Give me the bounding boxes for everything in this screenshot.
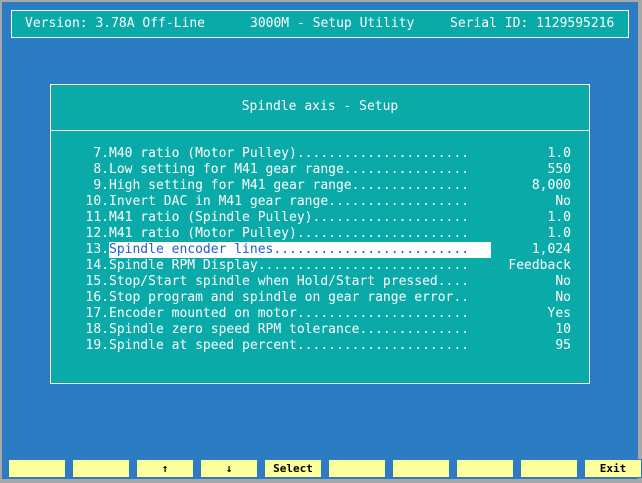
setting-label[interactable]: Encoder mounted on motor................…: [109, 306, 491, 322]
setting-number: 11.: [85, 210, 109, 225]
header-bar: Version: 3.78A Off-Line 3000M - Setup Ut…: [11, 10, 629, 38]
setting-label[interactable]: M40 ratio (Motor Pulley)................…: [109, 146, 491, 162]
setting-label[interactable]: M41 ratio (Spindle Pulley)..............…: [109, 210, 491, 226]
setting-number: 8.: [93, 162, 109, 177]
setting-row[interactable]: 7. M40 ratio (Motor Pulley)..............…: [51, 146, 589, 162]
setting-row[interactable]: 12. M41 ratio (Motor Pulley).............…: [51, 226, 589, 242]
spindle-setup-dialog: Spindle axis - Setup 7. M40 ratio (Motor …: [50, 84, 590, 384]
up-arrow-key[interactable]: ↑: [136, 459, 194, 478]
setting-number: 15.: [85, 274, 109, 289]
function-key-bar: ↑ ↓ Select Exit: [8, 459, 642, 479]
f9-key[interactable]: [520, 459, 578, 478]
setting-label[interactable]: Spindle at speed percent................…: [109, 338, 491, 354]
f7-key[interactable]: [392, 459, 450, 478]
setting-value: No: [555, 274, 571, 289]
f2-key[interactable]: [72, 459, 130, 478]
setting-label[interactable]: High setting for M41 gear range.........…: [109, 178, 491, 194]
setting-row[interactable]: 18. Spindle zero speed RPM tolerance.....…: [51, 322, 589, 338]
setting-value: Feedback: [508, 258, 571, 273]
setting-number: 13.: [85, 242, 109, 257]
select-key[interactable]: Select: [264, 459, 322, 478]
setting-number: 19.: [85, 338, 109, 353]
setting-number: 18.: [85, 322, 109, 337]
setting-label[interactable]: Spindle RPM Display.....................…: [109, 258, 491, 274]
app-title: 3000M - Setup Utility: [250, 16, 415, 31]
setting-number: 12.: [85, 226, 109, 241]
f1-key[interactable]: [8, 459, 66, 478]
setting-value: 1.0: [547, 210, 571, 225]
setting-row[interactable]: 8. Low setting for M41 gear range........…: [51, 162, 589, 178]
setting-number: 16.: [85, 290, 109, 305]
setting-row[interactable]: 16. Stop program and spindle on gear rang…: [51, 290, 589, 306]
version-text: Version: 3.78A Off-Line: [25, 16, 206, 31]
setting-value: 95: [555, 338, 571, 353]
setting-row[interactable]: 15. Stop/Start spindle when Hold/Start pr…: [51, 274, 589, 290]
setting-label[interactable]: Stop program and spindle on gear range e…: [109, 290, 491, 306]
setting-number: 9.: [93, 178, 109, 193]
setting-value: 550: [547, 162, 571, 177]
dialog-title: Spindle axis - Setup: [51, 85, 589, 131]
setting-value: 1,024: [531, 242, 571, 257]
setting-label[interactable]: M41 ratio (Motor Pulley)................…: [109, 226, 491, 242]
f8-key[interactable]: [456, 459, 514, 478]
exit-key[interactable]: Exit: [584, 459, 642, 478]
setting-value: No: [555, 194, 571, 209]
setting-number: 7.: [93, 146, 109, 161]
setting-row[interactable]: 19. Spindle at speed percent.............…: [51, 338, 589, 354]
setting-value: 1.0: [547, 146, 571, 161]
down-arrow-key[interactable]: ↓: [200, 459, 258, 478]
setting-value: 1.0: [547, 226, 571, 241]
setting-value: No: [555, 290, 571, 305]
setting-row[interactable]: 14. Spindle RPM Display..................…: [51, 258, 589, 274]
setting-row[interactable]: 13. Spindle encoder lines................…: [51, 242, 589, 258]
setting-value: Yes: [547, 306, 571, 321]
setting-label[interactable]: Spindle encoder lines...................…: [109, 242, 491, 258]
setting-label[interactable]: Invert DAC in M41 gear range............…: [109, 194, 491, 210]
setting-number: 10.: [85, 194, 109, 209]
setting-row[interactable]: 17. Encoder mounted on motor.............…: [51, 306, 589, 322]
settings-list: 7. M40 ratio (Motor Pulley)..............…: [51, 146, 589, 354]
setting-value: 8,000: [531, 178, 571, 193]
screen: Version: 3.78A Off-Line 3000M - Setup Ut…: [2, 2, 642, 479]
serial-id: Serial ID: 1129595216: [450, 16, 615, 31]
setting-number: 17.: [85, 306, 109, 321]
setting-label[interactable]: Stop/Start spindle when Hold/Start press…: [109, 274, 491, 290]
setting-row[interactable]: 10. Invert DAC in M41 gear range.........…: [51, 194, 589, 210]
f6-key[interactable]: [328, 459, 386, 478]
setting-value: 10: [555, 322, 571, 337]
setting-label[interactable]: Spindle zero speed RPM tolerance........…: [109, 322, 491, 338]
setting-row[interactable]: 9. High setting for M41 gear range.......…: [51, 178, 589, 194]
setting-label[interactable]: Low setting for M41 gear range..........…: [109, 162, 491, 178]
setting-row[interactable]: 11. M41 ratio (Spindle Pulley)...........…: [51, 210, 589, 226]
setting-number: 14.: [85, 258, 109, 273]
